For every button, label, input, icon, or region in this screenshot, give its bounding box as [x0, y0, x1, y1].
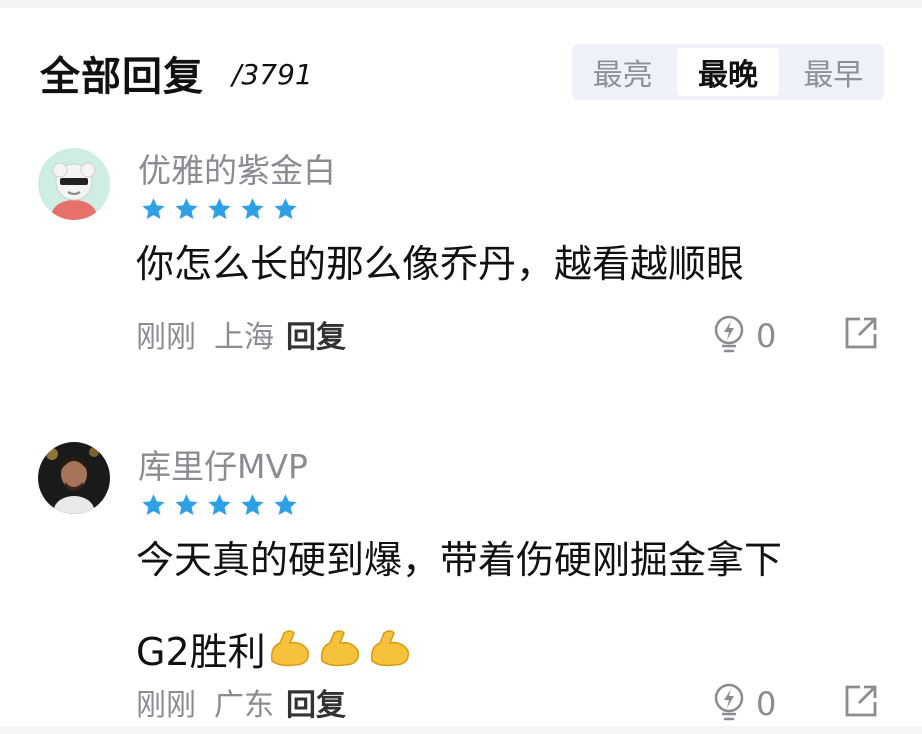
- reply-count: /3791: [232, 58, 313, 91]
- username[interactable]: 库里仔MVP: [138, 440, 308, 488]
- reply-button[interactable]: 回复: [286, 680, 346, 724]
- bottom-divider: [0, 726, 922, 734]
- share-icon[interactable]: [844, 316, 878, 350]
- avatar-player-icon[interactable]: [38, 442, 110, 514]
- flexed-biceps-icon: [366, 612, 412, 667]
- username[interactable]: 优雅的紫金白: [138, 144, 336, 192]
- like-count: 0: [756, 685, 777, 723]
- comment-text: 你怎么长的那么像乔丹，越看越顺眼: [136, 242, 745, 286]
- comment-text-tail: G2胜利: [136, 630, 266, 674]
- share-icon[interactable]: [844, 684, 878, 718]
- comment-text: 今天真的硬到爆，带着伤硬刚掘金拿下 G2胜利: [136, 514, 896, 698]
- comment-location: 上海: [214, 320, 274, 355]
- flexed-biceps-icon: [266, 612, 312, 667]
- reply-button[interactable]: 回复: [286, 312, 346, 356]
- tab-earliest[interactable]: 最早: [783, 44, 884, 100]
- reply-header: 全部回复 /3791 最亮 最晚 最早: [0, 0, 922, 120]
- like-count: 0: [756, 317, 777, 355]
- page-title: 全部回复: [40, 54, 204, 100]
- comment-time: 刚刚: [136, 320, 196, 355]
- comment-meta: 刚刚 上海 回复: [136, 312, 346, 356]
- sort-tabs: 最亮 最晚 最早: [572, 44, 884, 100]
- comment-location: 广东: [214, 688, 274, 723]
- like-button[interactable]: 0: [712, 314, 776, 358]
- comment-time: 刚刚: [136, 688, 196, 723]
- avatar-cartoon-icon[interactable]: [38, 148, 110, 220]
- lightning-like-icon: [712, 314, 746, 358]
- comment-meta: 刚刚 广东 回复: [136, 680, 346, 724]
- flexed-biceps-icon: [316, 612, 362, 667]
- tab-hottest[interactable]: 最亮: [572, 44, 673, 100]
- tab-latest[interactable]: 最晚: [677, 48, 779, 96]
- like-button[interactable]: 0: [712, 682, 776, 726]
- comment-text-line: 今天真的硬到爆，带着伤硬刚掘金拿下: [136, 538, 783, 582]
- lightning-like-icon: [712, 682, 746, 726]
